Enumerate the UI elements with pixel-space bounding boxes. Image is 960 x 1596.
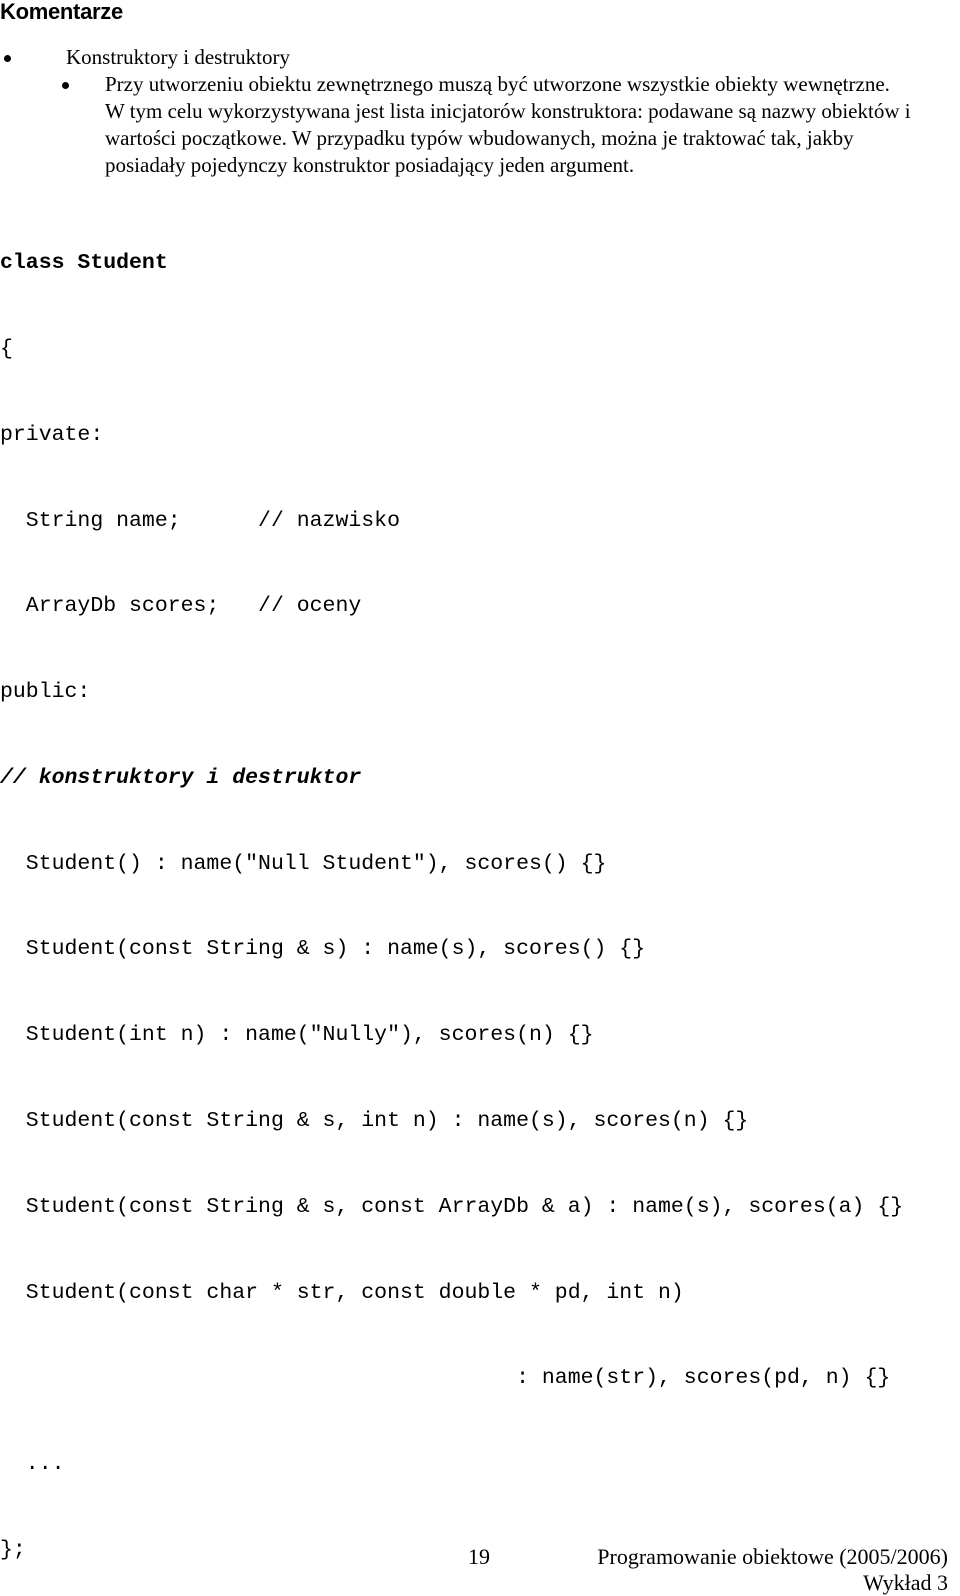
footer-course-title: Programowanie obiektowe (2005/2006) [597, 1544, 948, 1569]
code-line: public: [0, 680, 91, 705]
code-line: Student(const String & s) : name(s), sco… [0, 937, 646, 962]
paragraph-line-2: wartości początkowe. W przypadku typów w… [105, 126, 854, 150]
list-item-level1-label: Konstruktory i destruktory [66, 45, 290, 69]
code-line: { [0, 336, 13, 361]
paragraph-line-1: W tym celu wykorzystywana jest lista ini… [105, 99, 911, 123]
code-line: : name(str), scores(pd, n) {} [0, 1366, 891, 1391]
code-line: Student() : name("Null Student"), scores… [0, 851, 607, 876]
code-line: Student(const String & s, int n) : name(… [0, 1109, 749, 1133]
code-line: ... [0, 1452, 65, 1477]
page-title: Komentarze [0, 0, 123, 24]
footer: 19 Programowanie obiektowe (2005/2006) W… [0, 1516, 960, 1595]
bullet-dot-icon [4, 55, 11, 62]
code-line: ArrayDb scores; // oceny [0, 594, 362, 619]
outline-list: Konstruktory i destruktory Przy utworzen… [0, 44, 960, 179]
code-line: class Student [0, 251, 168, 276]
list-item-level2-label: Przy utworzeniu obiektu zewnętrznego mus… [105, 72, 890, 96]
paragraph-line-3: posiadały pojedynczy konstruktor posiada… [105, 153, 635, 177]
code-line: // konstruktory i destruktor [0, 765, 362, 790]
bullet-dot-icon [62, 82, 69, 89]
footer-lecture-number: Wykład 3 [863, 1570, 948, 1595]
code-line: Student(int n) : name("Nully"), scores(n… [0, 1023, 594, 1048]
code-line: Student(const char * str, const double *… [0, 1280, 684, 1305]
code-block: class Student { private: String name; //… [0, 192, 960, 1593]
code-line: String name; // nazwisko [0, 508, 400, 533]
code-line: private: [0, 422, 104, 447]
list-item-level2: Przy utworzeniu obiektu zewnętrznego mus… [0, 71, 960, 98]
list-item-level1: Konstruktory i destruktory [0, 44, 960, 71]
code-line: Student(const String & s, const ArrayDb … [0, 1194, 904, 1219]
